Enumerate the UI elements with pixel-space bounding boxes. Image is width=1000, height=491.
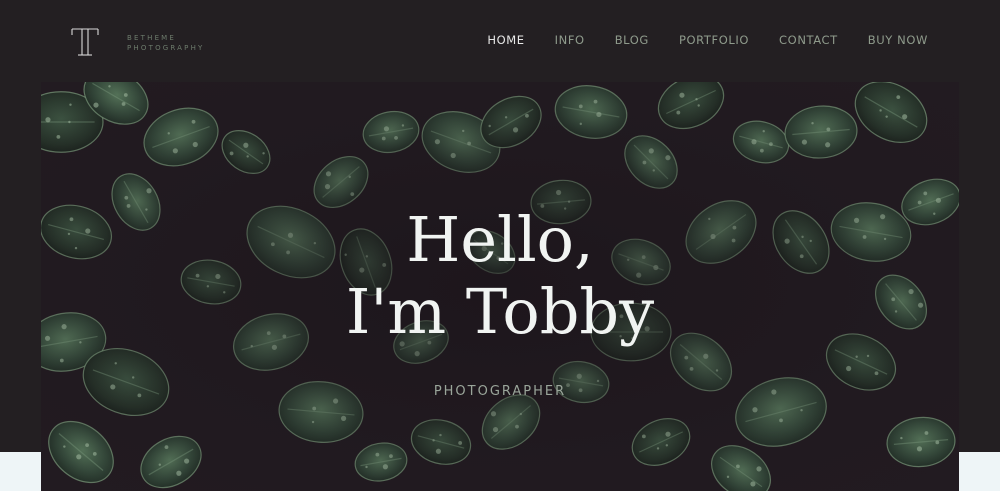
nav-contact[interactable]: CONTACT [779, 33, 838, 47]
nav-portfolio[interactable]: PORTFOLIO [679, 33, 749, 47]
hero-title-line-1: Hello, [406, 203, 594, 276]
nav-info[interactable]: INFO [555, 33, 585, 47]
nav-home[interactable]: HOME [487, 33, 524, 47]
site-header: BETHEME PHOTOGRAPHY HOME INFO BLOG PORTF… [0, 0, 1000, 82]
nav-blog[interactable]: BLOG [615, 33, 649, 47]
brand-line-2: PHOTOGRAPHY [127, 44, 205, 52]
hero-section: Hello, I'm Tobby PHOTOGRAPHER [41, 82, 959, 491]
brand-line-1: BETHEME [127, 34, 177, 42]
nav-buy-now[interactable]: BUY NOW [868, 33, 928, 47]
main-nav: HOME INFO BLOG PORTFOLIO CONTACT BUY NOW [487, 33, 928, 47]
hero-title: Hello, I'm Tobby [41, 204, 959, 348]
logo-icon[interactable] [70, 26, 100, 58]
brand-name[interactable]: BETHEME PHOTOGRAPHY [127, 33, 205, 53]
hero-subtitle: PHOTOGRAPHER [433, 384, 567, 399]
hero-title-line-2: I'm Tobby [345, 275, 655, 348]
